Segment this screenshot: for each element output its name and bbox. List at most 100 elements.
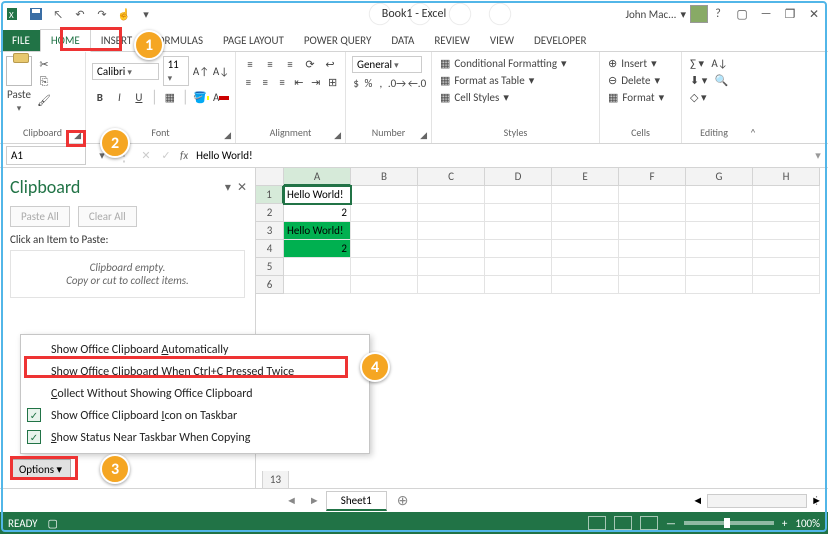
insert-cells-button[interactable]: ⊕Insert ▾ bbox=[606, 56, 675, 71]
clear-all-button[interactable]: Clear All bbox=[78, 206, 137, 227]
pane-close-icon[interactable]: ✕ bbox=[237, 180, 247, 195]
pane-options-icon[interactable]: ▾ bbox=[225, 180, 231, 195]
select-all-corner[interactable] bbox=[256, 168, 284, 186]
font-size-select[interactable]: 11 bbox=[163, 56, 189, 86]
cell[interactable] bbox=[552, 258, 619, 276]
col-header-e[interactable]: E bbox=[552, 168, 619, 186]
cell[interactable] bbox=[351, 204, 418, 222]
cell[interactable] bbox=[686, 240, 753, 258]
fx-icon[interactable]: fx bbox=[176, 149, 192, 162]
cell[interactable] bbox=[619, 204, 686, 222]
cell[interactable] bbox=[619, 186, 686, 204]
clipboard-option-item[interactable]: Show Office Clipboard When Ctrl+C Presse… bbox=[21, 361, 369, 383]
tab-power-query[interactable]: POWER QUERY bbox=[294, 30, 381, 51]
fill-button[interactable]: ⬇ ▾ 🔍 bbox=[688, 73, 740, 88]
border-icon[interactable]: ▦ bbox=[162, 90, 178, 106]
merge-icon[interactable]: ⊞ bbox=[326, 74, 339, 90]
orientation-icon[interactable]: ⟳ bbox=[302, 56, 318, 72]
cell[interactable] bbox=[753, 258, 820, 276]
clipboard-option-item[interactable]: ✓Show Office Clipboard Icon on Taskbar bbox=[21, 405, 369, 427]
zoom-level[interactable]: 100% bbox=[795, 517, 820, 530]
cell[interactable] bbox=[485, 258, 552, 276]
cell[interactable] bbox=[485, 276, 552, 294]
cell[interactable] bbox=[418, 258, 485, 276]
cell[interactable]: 2 bbox=[284, 204, 351, 222]
col-header-h[interactable]: H bbox=[753, 168, 820, 186]
col-header-f[interactable]: F bbox=[619, 168, 686, 186]
col-header-c[interactable]: C bbox=[418, 168, 485, 186]
cell[interactable] bbox=[418, 204, 485, 222]
zoom-in-icon[interactable]: + bbox=[782, 517, 787, 530]
save-icon[interactable] bbox=[28, 6, 44, 22]
cell[interactable] bbox=[686, 222, 753, 240]
row-header[interactable]: 5 bbox=[256, 258, 284, 276]
cell[interactable] bbox=[686, 186, 753, 204]
cell[interactable] bbox=[485, 222, 552, 240]
cell[interactable] bbox=[686, 204, 753, 222]
cell[interactable] bbox=[485, 240, 552, 258]
row-header[interactable]: 1 bbox=[256, 186, 284, 204]
align-left-icon[interactable]: ≡ bbox=[242, 74, 255, 90]
cell[interactable] bbox=[485, 204, 552, 222]
row-header-13[interactable]: 13 bbox=[262, 471, 289, 489]
cell[interactable]: 2 bbox=[284, 240, 351, 258]
zoom-slider[interactable] bbox=[684, 521, 774, 525]
expand-formula-icon[interactable]: ▾ bbox=[808, 149, 828, 162]
conditional-formatting-button[interactable]: ▦Conditional Formatting ▾ bbox=[438, 56, 593, 71]
clipboard-options-button[interactable]: Options ▾ bbox=[10, 459, 71, 480]
page-layout-view-icon[interactable] bbox=[614, 516, 632, 530]
cell[interactable] bbox=[351, 222, 418, 240]
minimize-icon[interactable]: — bbox=[756, 5, 776, 23]
collapse-ribbon-icon[interactable]: ^ bbox=[746, 52, 760, 143]
format-as-table-button[interactable]: ▦Format as Table ▾ bbox=[438, 73, 593, 88]
alignment-launcher-icon[interactable]: ◢ bbox=[334, 130, 341, 141]
tab-view[interactable]: VIEW bbox=[480, 30, 524, 51]
cell[interactable] bbox=[284, 276, 351, 294]
number-format-select[interactable]: General bbox=[352, 56, 422, 73]
accounting-icon[interactable]: $ bbox=[352, 75, 360, 91]
cell[interactable] bbox=[619, 240, 686, 258]
cell[interactable] bbox=[351, 276, 418, 294]
tab-home[interactable]: HOME bbox=[40, 29, 91, 52]
cell[interactable] bbox=[284, 258, 351, 276]
cancel-formula-icon[interactable]: ✕ bbox=[136, 149, 156, 162]
cell[interactable] bbox=[753, 186, 820, 204]
paste-all-button[interactable]: Paste All bbox=[10, 206, 70, 227]
macro-record-icon[interactable]: ▢ bbox=[48, 517, 58, 530]
cell[interactable] bbox=[485, 186, 552, 204]
comma-icon[interactable]: , bbox=[377, 75, 385, 91]
align-center-icon[interactable]: ≡ bbox=[259, 74, 272, 90]
enter-formula-icon[interactable]: ✓ bbox=[156, 149, 176, 162]
touch-mode-icon[interactable]: ☝ bbox=[116, 6, 132, 22]
formula-input[interactable]: Hello World! bbox=[192, 147, 808, 164]
cell[interactable] bbox=[552, 222, 619, 240]
cell[interactable] bbox=[686, 276, 753, 294]
tab-file[interactable]: FILE bbox=[2, 30, 40, 51]
cell[interactable] bbox=[552, 240, 619, 258]
bold-button[interactable]: B bbox=[92, 90, 108, 106]
cell[interactable] bbox=[351, 186, 418, 204]
close-icon[interactable]: ✕ bbox=[804, 5, 824, 23]
tab-page-layout[interactable]: PAGE LAYOUT bbox=[213, 30, 294, 51]
cell[interactable] bbox=[753, 240, 820, 258]
tab-data[interactable]: DATA bbox=[381, 30, 424, 51]
cell[interactable] bbox=[552, 204, 619, 222]
delete-cells-button[interactable]: ⊖Delete ▾ bbox=[606, 73, 675, 88]
cell[interactable] bbox=[418, 186, 485, 204]
decrease-decimal-icon[interactable]: ←.0 bbox=[409, 75, 425, 91]
clipboard-option-item[interactable]: ✓Show Status Near Taskbar When Copying bbox=[21, 427, 369, 449]
help-icon[interactable]: ? bbox=[708, 5, 728, 23]
redo-icon[interactable]: ↷ bbox=[94, 6, 110, 22]
cell[interactable]: Hello World! bbox=[284, 186, 351, 204]
font-name-select[interactable]: Calibri bbox=[92, 63, 159, 80]
normal-view-icon[interactable] bbox=[588, 516, 606, 530]
row-header[interactable]: 4 bbox=[256, 240, 284, 258]
clipboard-option-item[interactable]: Show Office Clipboard Automatically bbox=[21, 339, 369, 361]
row-header[interactable]: 3 bbox=[256, 222, 284, 240]
wrap-text-icon[interactable]: ↩ bbox=[322, 56, 338, 72]
font-launcher-icon[interactable]: ◢ bbox=[224, 130, 231, 141]
cell[interactable] bbox=[418, 276, 485, 294]
increase-indent-icon[interactable]: ⇥ bbox=[309, 74, 322, 90]
cell[interactable] bbox=[619, 222, 686, 240]
italic-button[interactable]: I bbox=[112, 90, 128, 106]
